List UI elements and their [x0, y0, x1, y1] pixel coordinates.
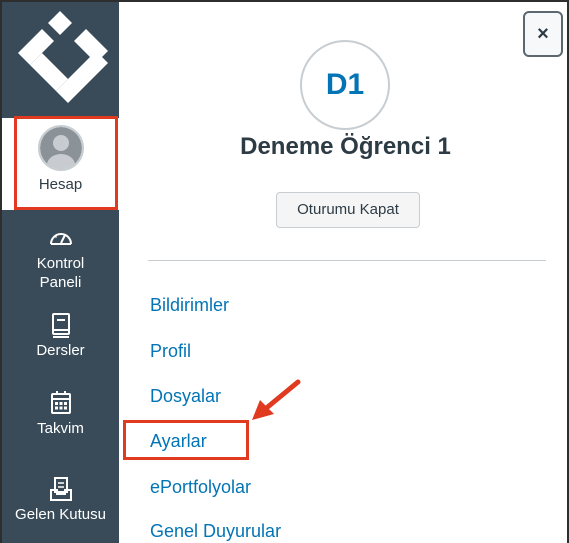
global-nav-sidebar: Hesap Kontrol Paneli Dersler Takvim Gele… [2, 2, 119, 543]
app-frame: Hesap Kontrol Paneli Dersler Takvim Gele… [2, 2, 567, 543]
nav-courses[interactable]: Dersler [2, 311, 119, 360]
nav-inbox[interactable]: Gelen Kutusu [2, 475, 119, 524]
link-eportfolios[interactable]: ePortfolyolar [150, 476, 251, 498]
calendar-icon [50, 391, 71, 414]
book-icon [51, 313, 70, 338]
close-button[interactable]: × [523, 11, 563, 57]
settings-highlight-box [123, 420, 249, 460]
nav-dashboard-label-1: Kontrol [36, 255, 85, 272]
account-highlight-box [14, 116, 118, 210]
nav-dashboard[interactable]: Kontrol Paneli [2, 224, 119, 292]
inbox-icon [49, 477, 72, 501]
link-files[interactable]: Dosyalar [150, 385, 221, 407]
nav-calendar-label: Takvim [37, 420, 84, 437]
user-avatar: D1 [300, 40, 390, 130]
link-profile[interactable]: Profil [150, 340, 191, 362]
canvas-logo-icon[interactable] [12, 8, 112, 108]
user-name: Deneme Öğrenci 1 [240, 133, 451, 160]
link-notifications[interactable]: Bildirimler [150, 294, 229, 316]
nav-dashboard-label-2: Paneli [39, 274, 82, 291]
annotation-arrow-icon [252, 379, 301, 420]
link-global-announcements[interactable]: Genel Duyurular [150, 520, 281, 542]
nav-inbox-label: Gelen Kutusu [15, 506, 106, 523]
logout-button[interactable]: Oturumu Kapat [276, 192, 420, 228]
nav-courses-label: Dersler [36, 342, 85, 359]
divider [148, 260, 546, 261]
nav-calendar[interactable]: Takvim [2, 389, 119, 438]
speedometer-icon [49, 233, 72, 245]
